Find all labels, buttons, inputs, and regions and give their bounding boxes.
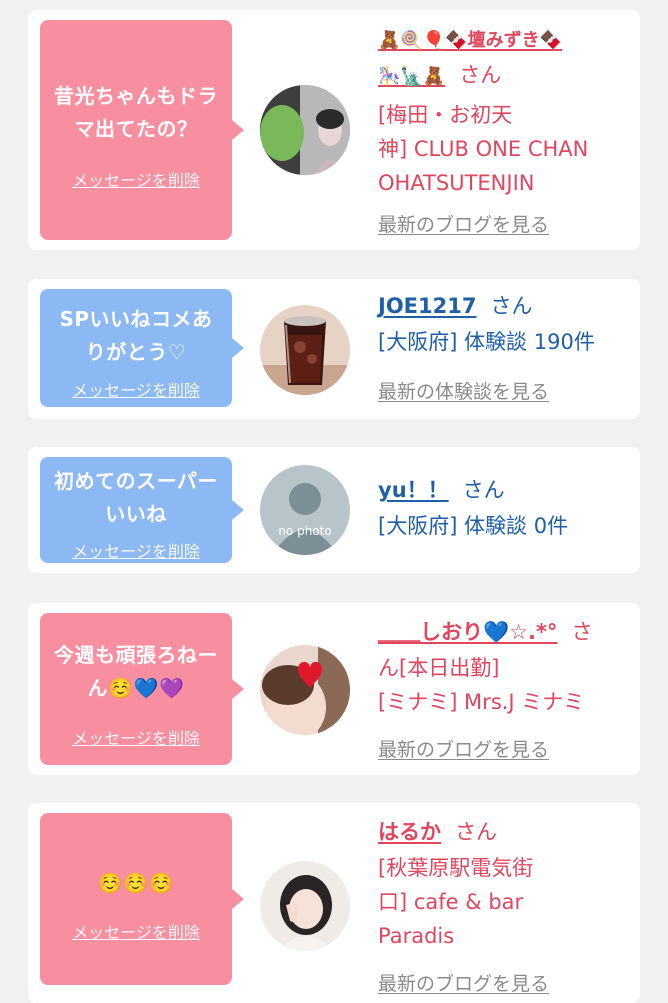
avatar[interactable] (260, 305, 350, 395)
photo-drink-glass-icon (260, 305, 350, 395)
delete-message-link[interactable]: メッセージを削除 (40, 167, 232, 191)
delete-message-link[interactable]: メッセージを削除 (40, 725, 232, 749)
message-text: 初めてのスーパー いいね (54, 469, 218, 526)
user-info: はるか さん [秋葉原駅電気街 口] cafe & bar Paradis (378, 815, 636, 953)
user-info: ＿＿しおり💙☆.*° さ ん[本日出勤] [ミナミ] Mrs.J ミナミ (378, 615, 636, 719)
name-line: yu！！ さん (378, 473, 636, 507)
message-text: SPいいねコメあ りがとう♡ (59, 307, 213, 364)
name-line: ＿＿しおり💙☆.*° さ (378, 615, 636, 649)
review-count-info: [大阪府] 体験談 190件 (378, 330, 595, 354)
user-info: JOE1217 さん [大阪府] 体験談 190件 (378, 289, 636, 359)
list-item: 今週も頑張ろねー ん☺️💙💜 メッセージを削除 ＿＿しおり💙☆.*° さ ん[本日… (28, 603, 640, 775)
delete-message-link[interactable]: メッセージを削除 (40, 377, 232, 401)
latest-blog-link[interactable]: 最新のブログを見る (378, 969, 549, 996)
avatar[interactable]: no photo (260, 465, 350, 555)
delete-message-link[interactable]: メッセージを削除 (40, 538, 232, 562)
delete-message-link[interactable]: メッセージを削除 (40, 919, 232, 943)
honorific: さ (571, 620, 593, 644)
shop-info: [秋葉原駅電気街 口] cafe & bar Paradis (378, 856, 534, 948)
latest-blog-link[interactable]: 最新のブログを見る (378, 735, 549, 762)
honorific: さん (459, 63, 502, 87)
photo-portrait-peace-icon (260, 861, 350, 951)
name-line: JOE1217 さん (378, 289, 636, 323)
user-name-link[interactable]: ＿＿しおり💙☆.*° (378, 620, 557, 644)
message-bubble: 昔光ちゃんもドラ マ出てたの？ メッセージを削除 (40, 20, 244, 240)
user-name-link[interactable]: はるか (378, 820, 441, 844)
message-bubble: 初めてのスーパー いいね メッセージを削除 (40, 457, 244, 563)
message-list: 昔光ちゃんもドラ マ出てたの？ メッセージを削除 🧸🍭🎈🍫壇みずき🍫 🎠🗽🧸 さん (0, 0, 668, 1003)
avatar[interactable] (260, 85, 350, 175)
name-line: 🧸🍭🎈🍫壇みずき🍫 🎠🗽🧸 さん (378, 22, 636, 94)
list-item: 昔光ちゃんもドラ マ出てたの？ メッセージを削除 🧸🍭🎈🍫壇みずき🍫 🎠🗽🧸 さん (28, 10, 640, 250)
review-count-info: [大阪府] 体験談 0件 (378, 514, 569, 538)
list-item: ☺️☺️☺️ メッセージを削除 はるか さん [秋葉原駅電気街 口] cafe &… (28, 803, 640, 1003)
user-name-link[interactable]: yu！！ (378, 478, 449, 502)
avatar[interactable] (260, 861, 350, 951)
message-text: 昔光ちゃんもドラ マ出てたの？ (54, 84, 218, 141)
no-photo-icon: no photo (260, 465, 350, 555)
honorific: さん (455, 820, 497, 844)
user-info: yu！！ さん [大阪府] 体験談 0件 (378, 473, 636, 543)
message-bubble: 今週も頑張ろねー ん☺️💙💜 メッセージを削除 (40, 613, 244, 765)
user-info: 🧸🍭🎈🍫壇みずき🍫 🎠🗽🧸 さん [梅田・お初天 神] CLUB ONE CHAN … (378, 22, 636, 200)
message-bubble: ☺️☺️☺️ メッセージを削除 (40, 813, 244, 985)
shop-info: ん[本日出勤] [ミナミ] Mrs.J ミナミ (378, 656, 585, 714)
message-text: 今週も頑張ろねー ん☺️💙💜 (54, 643, 218, 700)
latest-review-link[interactable]: 最新の体験談を見る (378, 377, 549, 404)
photo-heart-portrait-icon (260, 645, 350, 735)
name-line: はるか さん (378, 815, 636, 849)
svg-text:no photo: no photo (278, 524, 331, 538)
photo-portrait-green-icon (260, 85, 350, 175)
avatar[interactable] (260, 645, 350, 735)
list-item: 初めてのスーパー いいね メッセージを削除 no photo yu！！ さん [大… (28, 447, 640, 573)
honorific: さん (462, 478, 505, 502)
list-item: SPいいねコメあ りがとう♡ メッセージを削除 JOE1217 さん [大阪府]… (28, 279, 640, 419)
honorific: さん (490, 294, 533, 318)
latest-blog-link[interactable]: 最新のブログを見る (378, 210, 549, 237)
message-text: ☺️☺️☺️ (97, 871, 175, 895)
user-name-link[interactable]: JOE1217 (378, 294, 476, 318)
shop-info: [梅田・お初天 神] CLUB ONE CHAN OHATSUTENJIN (378, 103, 589, 195)
message-bubble: SPいいねコメあ りがとう♡ メッセージを削除 (40, 289, 244, 407)
